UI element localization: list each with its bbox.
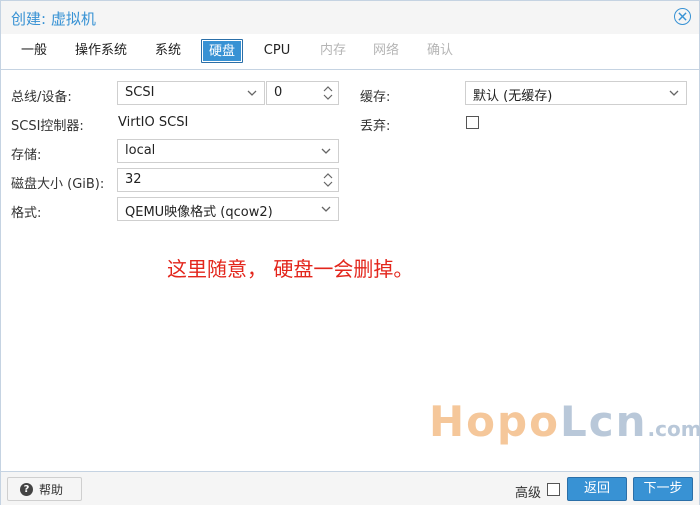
tab-confirm[interactable]: 确认 xyxy=(426,39,454,63)
discard-checkbox[interactable] xyxy=(466,116,479,129)
bus-device-label: 总线/设备: xyxy=(11,90,72,105)
disk-size-value: 32 xyxy=(125,172,142,187)
watermark-part3: .com xyxy=(647,417,700,441)
watermark-part2: Lcn xyxy=(559,397,648,446)
tab-network[interactable]: 网络 xyxy=(372,39,400,63)
discard-label: 丢弃: xyxy=(360,119,391,134)
scsi-controller-label: SCSI控制器: xyxy=(11,119,84,134)
storage-label: 存储: xyxy=(11,148,42,163)
tab-os[interactable]: 操作系统 xyxy=(74,39,128,63)
question-icon: ? xyxy=(20,482,33,496)
bus-value: SCSI xyxy=(125,85,155,100)
format-value: QEMU映像格式 (qcow2) xyxy=(125,205,273,220)
tab-cpu[interactable]: CPU xyxy=(262,39,292,63)
dialog-title: 创建: 虚拟机 xyxy=(11,10,96,28)
annotation-note: 这里随意， 硬盘一会删掉。 xyxy=(167,257,414,281)
advanced-checkbox[interactable] xyxy=(547,483,560,496)
tab-bar: 一般 操作系统 系统 硬盘 CPU 内存 网络 确认 xyxy=(1,37,699,67)
back-button[interactable]: 返回 xyxy=(567,477,627,501)
help-label: 帮助 xyxy=(39,482,64,497)
tab-memory[interactable]: 内存 xyxy=(319,39,347,63)
chevron-down-icon xyxy=(321,206,331,212)
chevron-down-icon xyxy=(247,90,257,96)
format-label: 格式: xyxy=(11,206,42,221)
cache-label: 缓存: xyxy=(360,90,391,105)
close-button[interactable] xyxy=(674,8,691,25)
format-select[interactable]: QEMU映像格式 (qcow2) xyxy=(117,197,339,221)
help-button[interactable]: ? 帮助 xyxy=(7,477,82,501)
spinner-arrows-icon[interactable] xyxy=(323,84,333,102)
watermark-part1: Hopo xyxy=(429,397,560,446)
tab-general[interactable]: 一般 xyxy=(20,39,48,63)
dialog-footer: ? 帮助 高级 返回 下一步 xyxy=(1,471,699,505)
storage-select[interactable]: local xyxy=(117,139,339,163)
spinner-arrows-icon[interactable] xyxy=(323,171,333,189)
cache-value: 默认 (无缓存) xyxy=(473,89,553,104)
chevron-down-icon xyxy=(669,90,679,96)
watermark-logo: HopoLcn.com xyxy=(429,397,700,446)
chevron-down-icon xyxy=(321,148,331,154)
bus-select[interactable]: SCSI xyxy=(117,81,265,105)
title-bar: 创建: 虚拟机 xyxy=(1,1,699,34)
close-icon xyxy=(678,12,687,21)
create-vm-dialog: 创建: 虚拟机 一般 操作系统 系统 硬盘 CPU 内存 网络 确认 总线/设备… xyxy=(0,0,700,505)
disk-size-stepper[interactable]: 32 xyxy=(117,168,339,192)
tab-system[interactable]: 系统 xyxy=(154,39,182,63)
next-button[interactable]: 下一步 xyxy=(633,477,693,501)
scsi-controller-value: VirtIO SCSI xyxy=(118,115,189,130)
device-number-stepper[interactable]: 0 xyxy=(266,81,339,105)
disk-size-label: 磁盘大小 (GiB): xyxy=(11,177,105,192)
storage-value: local xyxy=(125,143,156,158)
tab-divider xyxy=(1,69,699,70)
advanced-label: 高级 xyxy=(515,486,542,501)
cache-select[interactable]: 默认 (无缓存) xyxy=(465,81,687,105)
tab-hard-disk[interactable]: 硬盘 xyxy=(201,39,243,63)
device-number-value: 0 xyxy=(274,85,283,100)
